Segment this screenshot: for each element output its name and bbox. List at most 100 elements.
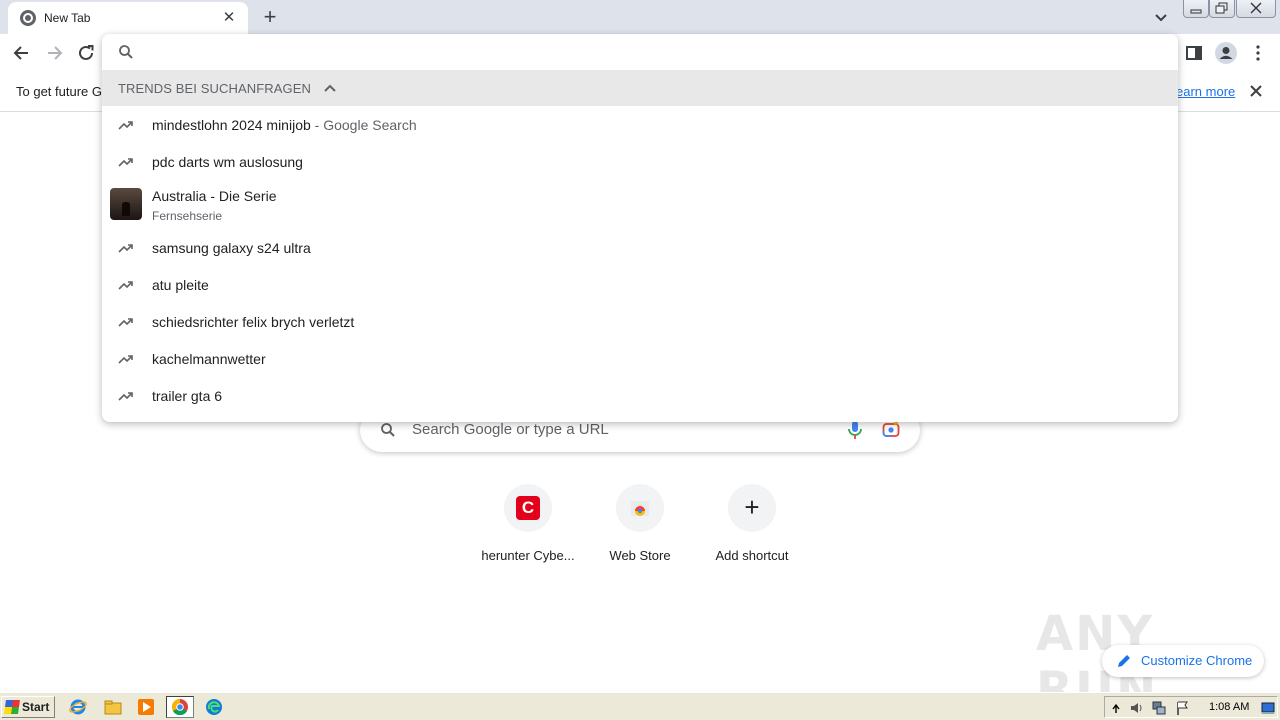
- shortcut-tile: [616, 484, 664, 532]
- new-tab-button[interactable]: +: [258, 5, 282, 29]
- edge-icon: [206, 699, 222, 715]
- shortcut-name: Web Store: [609, 548, 671, 563]
- pencil-icon: [1118, 655, 1130, 667]
- suggestion-text: schiedsrichter felix brych verletzt: [152, 313, 355, 330]
- volume-icon[interactable]: [1129, 700, 1145, 716]
- learn-more-link[interactable]: earn more: [1176, 84, 1235, 99]
- trending-up-icon: [118, 244, 133, 253]
- info-bar-close-button[interactable]: [1247, 82, 1265, 100]
- system-tray: 1:08 AM: [1104, 696, 1278, 718]
- tab-search-button[interactable]: [1150, 6, 1172, 28]
- action-center-flag-icon[interactable]: [1175, 700, 1191, 716]
- trending-up-icon: [118, 355, 133, 364]
- add-shortcut-button[interactable]: + Add shortcut: [696, 484, 808, 574]
- shortcut-tile: +: [728, 484, 776, 532]
- trending-up-icon: [118, 121, 133, 130]
- tab-new-tab[interactable]: New Tab ✕: [8, 2, 248, 34]
- chrome-web-store-icon: [631, 501, 649, 516]
- taskbar-edge[interactable]: [200, 696, 228, 718]
- omnibox-input[interactable]: [142, 40, 1162, 64]
- start-label: Start: [22, 700, 50, 714]
- side-panel-button[interactable]: [1181, 40, 1207, 66]
- trending-up-icon: [118, 392, 133, 401]
- suggestion-item-rich[interactable]: Australia - Die Serie Fernsehserie: [102, 182, 1178, 232]
- suggestion-text: kachelmannwetter: [152, 350, 266, 367]
- suggestion-item[interactable]: mindestlohn 2024 minijob - Google Search: [102, 106, 1178, 143]
- google-lens-icon[interactable]: [882, 421, 900, 439]
- trending-up-icon: [118, 318, 133, 327]
- forward-button[interactable]: [41, 40, 67, 66]
- restore-icon: [1215, 2, 1228, 14]
- minimize-icon: [1190, 9, 1202, 14]
- close-window-button[interactable]: [1236, 0, 1276, 18]
- taskbar-clock: 1:08 AM: [1209, 701, 1250, 713]
- chrome-favicon-icon: [20, 10, 36, 26]
- tab-close-button[interactable]: ✕: [220, 9, 238, 27]
- reload-button[interactable]: [73, 40, 99, 66]
- taskbar-chrome[interactable]: [166, 696, 194, 718]
- shortcut-name: herunter Cybe...: [481, 548, 575, 563]
- profile-button[interactable]: [1213, 40, 1239, 66]
- reload-icon: [79, 45, 94, 60]
- chevron-down-icon: [1155, 14, 1167, 22]
- ntp-search-placeholder: Search Google or type a URL: [412, 421, 609, 438]
- suggestion-text: mindestlohn 2024 minijob - Google Search: [152, 116, 417, 133]
- suggestion-item[interactable]: trailer gta 6: [102, 377, 1178, 414]
- customize-chrome-button[interactable]: Customize Chrome: [1102, 645, 1264, 677]
- side-panel-icon: [1186, 46, 1202, 60]
- trending-up-icon: [118, 281, 133, 290]
- close-icon: [1250, 2, 1262, 14]
- suggestion-item[interactable]: samsung galaxy s24 ultra: [102, 229, 1178, 266]
- start-button[interactable]: Start: [1, 696, 55, 718]
- taskbar: Start 1:08 AM: [0, 692, 1280, 720]
- cyberlink-logo-icon: C: [516, 496, 540, 520]
- show-desktop-icon[interactable]: [1261, 701, 1275, 715]
- suggestion-item[interactable]: schiedsrichter felix brych verletzt: [102, 303, 1178, 340]
- media-player-icon: [138, 699, 154, 715]
- more-vert-icon: [1256, 45, 1260, 61]
- shortcut-cyberlink[interactable]: C herunter Cybe...: [472, 484, 584, 574]
- plus-icon: +: [744, 492, 760, 522]
- shortcut-web-store[interactable]: Web Store: [584, 484, 696, 574]
- restore-button[interactable]: [1209, 0, 1235, 18]
- windows-logo-icon: [4, 700, 20, 714]
- arrow-left-icon: [13, 46, 28, 60]
- close-icon: [1250, 85, 1262, 97]
- taskbar-media-player[interactable]: [132, 696, 160, 718]
- suggestion-item[interactable]: kachelmannwetter: [102, 340, 1178, 377]
- search-icon: [119, 45, 133, 59]
- suggestion-item[interactable]: atu pleite: [102, 266, 1178, 303]
- shortcut-name: Add shortcut: [715, 548, 789, 563]
- avatar-icon: [1215, 42, 1237, 64]
- folder-icon: [104, 700, 122, 715]
- chrome-icon: [171, 698, 188, 716]
- suggestion-text: atu pleite: [152, 276, 209, 293]
- suggestion-text: trailer gta 6: [152, 387, 223, 404]
- omnibox-row: [102, 34, 1178, 70]
- suggestion-text: samsung galaxy s24 ultra: [152, 239, 311, 256]
- trends-header-label: TRENDS BEI SUCHANFRAGEN: [118, 80, 311, 96]
- customize-chrome-label: Customize Chrome: [1141, 653, 1253, 668]
- suggestion-title: Australia - Die Serie: [152, 188, 277, 204]
- microphone-icon[interactable]: [846, 420, 864, 440]
- menu-button[interactable]: [1245, 40, 1271, 66]
- minimize-button[interactable]: [1183, 0, 1209, 18]
- taskbar-ie[interactable]: [64, 696, 92, 718]
- trending-up-icon: [118, 158, 133, 167]
- shortcut-tile: C: [504, 484, 552, 532]
- trends-header[interactable]: TRENDS BEI SUCHANFRAGEN: [102, 70, 1178, 106]
- tab-strip: New Tab ✕ +: [0, 0, 1280, 34]
- omnibox-dropdown: TRENDS BEI SUCHANFRAGEN mindestlohn 2024…: [102, 34, 1178, 422]
- chevron-up-icon[interactable]: [323, 81, 337, 95]
- internet-explorer-icon: [69, 699, 87, 715]
- arrow-right-icon: [48, 46, 63, 60]
- suggestion-subtitle: Fernsehserie: [152, 209, 223, 223]
- search-icon: [381, 423, 395, 437]
- chevron-up-icon[interactable]: [1111, 701, 1121, 715]
- suggestion-item[interactable]: pdc darts wm auslosung: [102, 143, 1178, 180]
- taskbar-explorer[interactable]: [99, 696, 127, 718]
- tab-title: New Tab: [44, 11, 91, 25]
- network-icon[interactable]: [1151, 700, 1167, 716]
- tv-series-thumbnail: [110, 188, 142, 220]
- back-button[interactable]: [9, 40, 35, 66]
